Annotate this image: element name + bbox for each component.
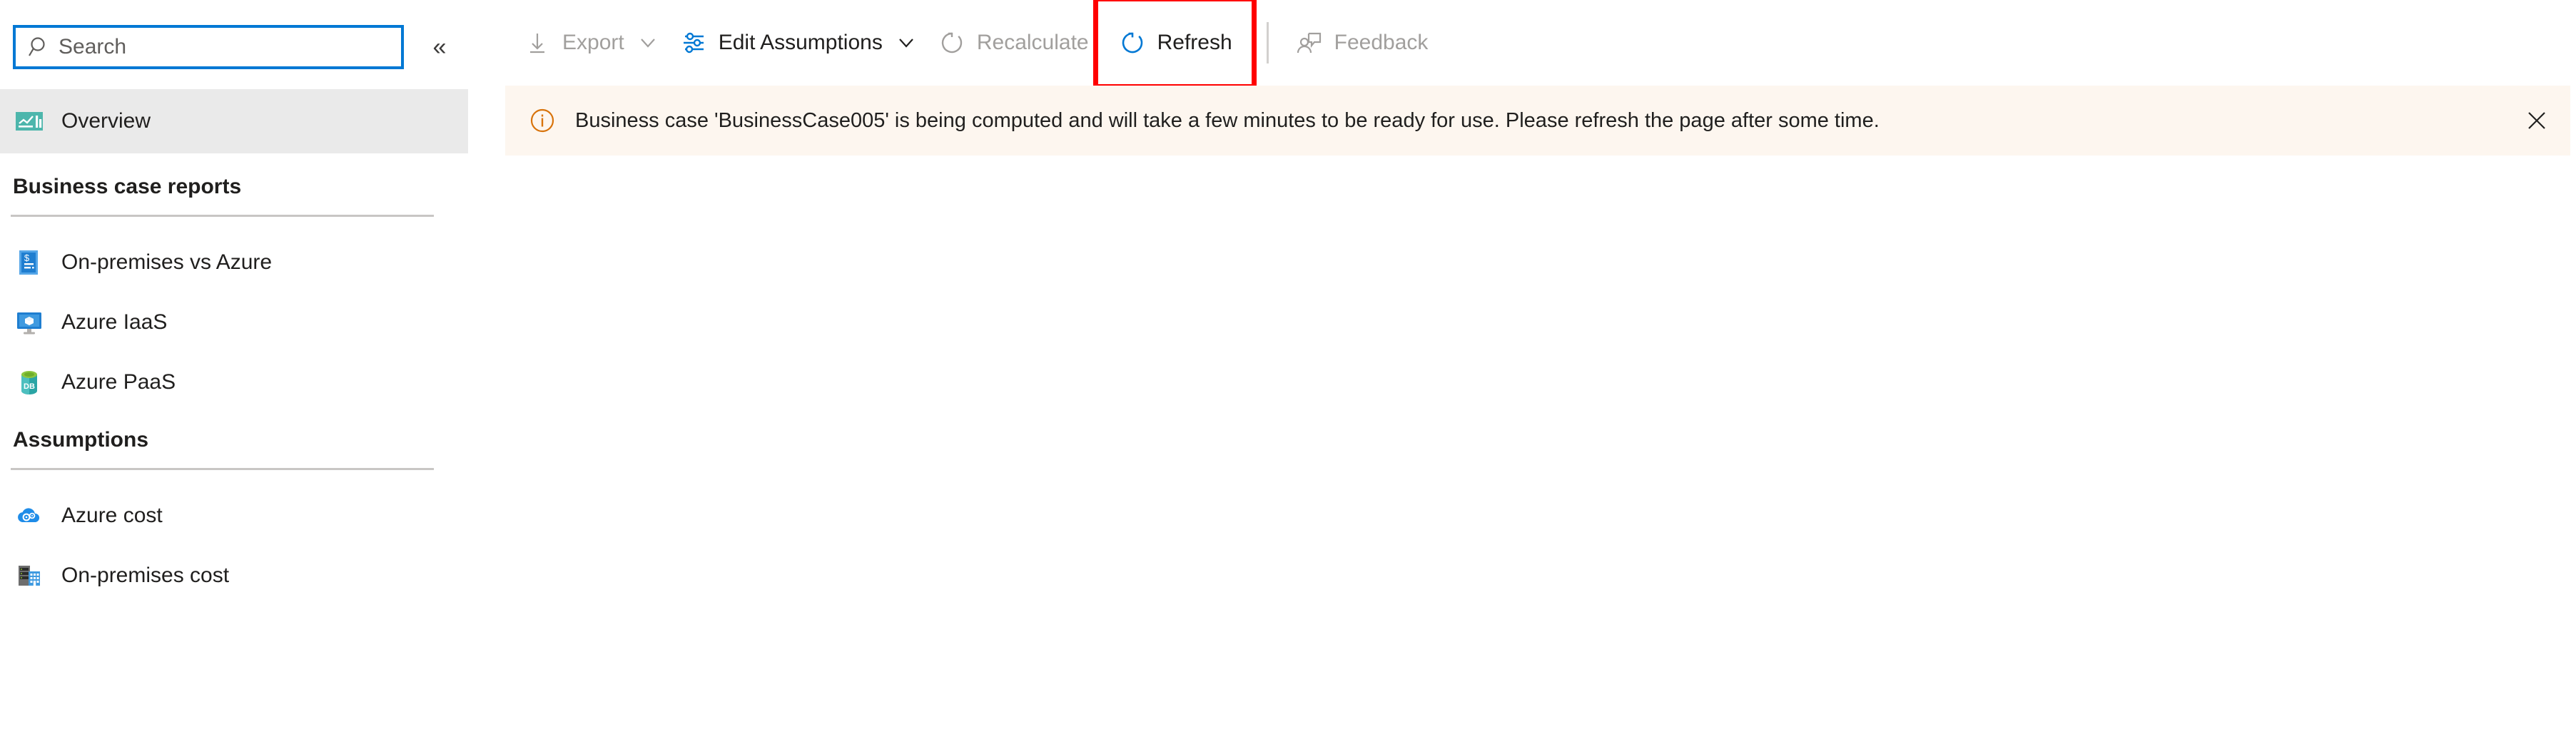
sidebar-section-business-case-reports: Business case reports $ On-premises vs A…: [0, 175, 468, 412]
sidebar-item-label: Azure PaaS: [61, 370, 176, 394]
download-arrow-icon: [522, 28, 552, 58]
svg-text:$: $: [24, 253, 30, 263]
feedback-label: Feedback: [1334, 31, 1429, 54]
export-label: Export: [562, 31, 624, 54]
section-divider: [11, 468, 434, 470]
section-title: Business case reports: [13, 175, 242, 198]
section-divider: [11, 215, 434, 217]
edit-assumptions-label: Edit Assumptions: [718, 31, 883, 54]
search-row: «: [0, 20, 500, 74]
sidebar-item-label: On-premises cost: [61, 564, 230, 587]
recalculate-button[interactable]: Recalculate: [927, 14, 1099, 72]
sidebar-item-label: On-premises vs Azure: [61, 250, 273, 274]
refresh-label: Refresh: [1157, 31, 1232, 54]
sidebar: « Overview Business case reports: [0, 0, 500, 754]
toolbar-separator: [1266, 22, 1269, 63]
info-banner: Business case 'BusinessCase005' is being…: [505, 86, 2570, 156]
chevron-down-icon[interactable]: [896, 32, 917, 54]
export-button[interactable]: Export: [512, 14, 669, 72]
database-icon: DB: [13, 366, 46, 399]
edit-assumptions-button[interactable]: Edit Assumptions: [669, 14, 927, 72]
sliders-icon: [679, 28, 709, 58]
search-box[interactable]: [13, 25, 404, 69]
sidebar-item-azure-cost[interactable]: Azure cost: [0, 486, 468, 546]
close-icon[interactable]: [2520, 104, 2553, 137]
section-title: Assumptions: [13, 428, 149, 452]
search-icon: [27, 35, 51, 59]
sidebar-item-label: Azure IaaS: [61, 310, 168, 334]
section-items: Azure cost On-premises cost: [0, 486, 468, 606]
chevron-double-left-icon: «: [432, 34, 447, 61]
sidebar-item-label: Overview: [61, 109, 151, 133]
server-building-icon: [13, 559, 46, 592]
collapse-sidebar-button[interactable]: «: [420, 27, 460, 67]
info-circle-icon: [527, 105, 558, 136]
main-content: Export Edit Assumptions Recalculate Refr…: [500, 0, 2576, 754]
cloud-gears-icon: [13, 499, 46, 532]
overview-chart-icon: [13, 105, 46, 138]
sidebar-item-azure-paas[interactable]: DB Azure PaaS: [0, 352, 468, 412]
business-case-page: « Overview Business case reports: [0, 0, 2576, 754]
refresh-circular-arrow-icon: [1117, 28, 1147, 58]
toolbar: Export Edit Assumptions Recalculate Refr…: [500, 0, 2576, 89]
sidebar-item-label: Azure cost: [61, 504, 163, 527]
info-banner-message: Business case 'BusinessCase005' is being…: [575, 108, 1880, 132]
person-feedback-icon: [1294, 28, 1324, 58]
feedback-button[interactable]: Feedback: [1284, 14, 1439, 72]
search-input[interactable]: [59, 35, 372, 59]
refresh-button[interactable]: Refresh: [1092, 0, 1257, 89]
svg-text:DB: DB: [24, 382, 35, 391]
sidebar-item-azure-iaas[interactable]: Azure IaaS: [0, 292, 468, 352]
invoice-document-icon: $: [13, 246, 46, 279]
recalculate-label: Recalculate: [976, 31, 1089, 54]
chevron-down-icon[interactable]: [637, 32, 659, 54]
sidebar-item-on-premises-vs-azure[interactable]: $ On-premises vs Azure: [0, 233, 468, 292]
sidebar-section-assumptions: Assumptions Azure cost On-premises cost: [0, 428, 468, 606]
sidebar-item-overview[interactable]: Overview: [0, 89, 468, 153]
circular-arrow-icon: [937, 28, 967, 58]
sidebar-item-on-premises-cost[interactable]: On-premises cost: [0, 546, 468, 606]
monitor-vm-icon: [13, 306, 46, 339]
section-items: $ On-premises vs Azure Azure IaaS DB Azu…: [0, 233, 468, 412]
